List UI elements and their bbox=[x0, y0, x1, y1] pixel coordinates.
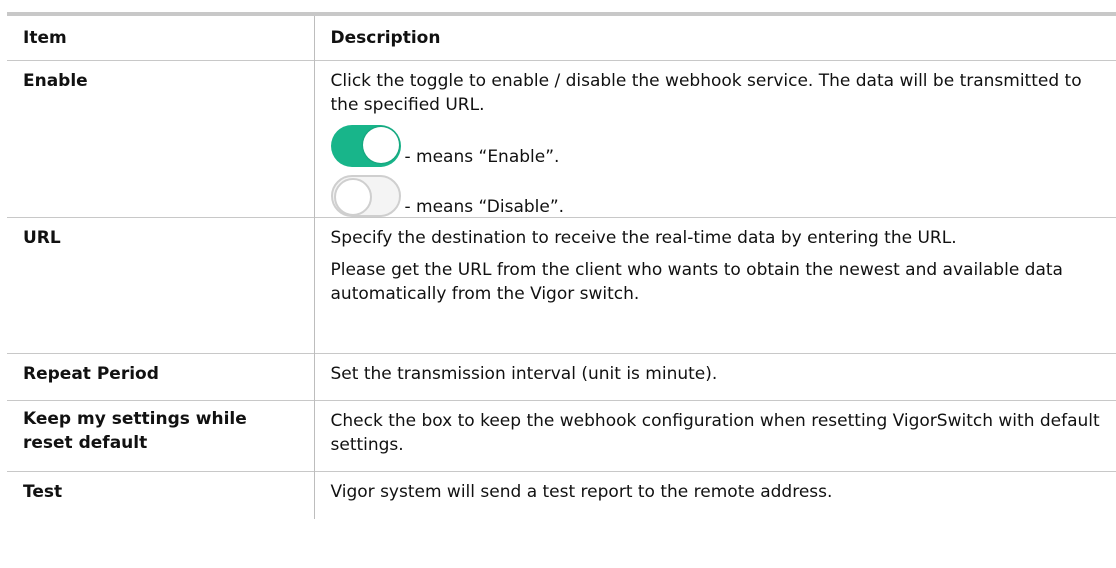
description-text: Specify the destination to receive the r… bbox=[330, 227, 957, 248]
description-enable: Click the toggle to enable / disable the… bbox=[313, 59, 1116, 217]
table-row: URL Specify the destination to receive t… bbox=[7, 216, 1116, 353]
description-text: Click the toggle to enable / disable the… bbox=[330, 70, 1082, 115]
description-test: Vigor system will send a test report to … bbox=[313, 470, 1116, 519]
description-url: Specify the destination to receive the r… bbox=[313, 216, 1116, 353]
description-text: Please get the URL from the client who w… bbox=[330, 259, 1063, 304]
description-text: Set the transmission interval (unit is m… bbox=[330, 363, 718, 384]
toggle-on-icon bbox=[330, 124, 401, 167]
item-enable: Enable bbox=[7, 59, 314, 217]
description-text: Vigor system will send a test report to … bbox=[330, 481, 833, 502]
header-description: Description bbox=[313, 12, 1116, 60]
table-row: Test Vigor system will send a test repor… bbox=[7, 470, 1116, 519]
table-row: Keep my settings while reset default Che… bbox=[7, 399, 1116, 471]
description-repeat-period: Set the transmission interval (unit is m… bbox=[313, 352, 1116, 400]
table-row: Repeat Period Set the transmission inter… bbox=[7, 352, 1116, 400]
toggle-enable-example: - means “Enable”. bbox=[330, 121, 1101, 167]
header-item: Item bbox=[7, 12, 314, 60]
toggle-disable-example: - means “Disable”. bbox=[330, 171, 1101, 217]
item-keep-settings: Keep my settings while reset default bbox=[7, 399, 314, 471]
toggle-on-caption: - means “Enable”. bbox=[404, 146, 560, 167]
toggle-off-caption: - means “Disable”. bbox=[404, 196, 565, 217]
item-url: URL bbox=[7, 216, 314, 353]
table-row: Enable Click the toggle to enable / disa… bbox=[7, 59, 1116, 217]
description-text: Check the box to keep the webhook config… bbox=[330, 410, 1100, 455]
item-test: Test bbox=[7, 470, 314, 519]
toggle-off-icon bbox=[330, 174, 401, 217]
description-keep-settings: Check the box to keep the webhook config… bbox=[313, 399, 1116, 471]
item-repeat-period: Repeat Period bbox=[7, 352, 314, 400]
table-header-row: Item Description bbox=[7, 12, 1116, 60]
webhook-settings-table: Item Description Enable Click the toggle… bbox=[7, 12, 1116, 519]
